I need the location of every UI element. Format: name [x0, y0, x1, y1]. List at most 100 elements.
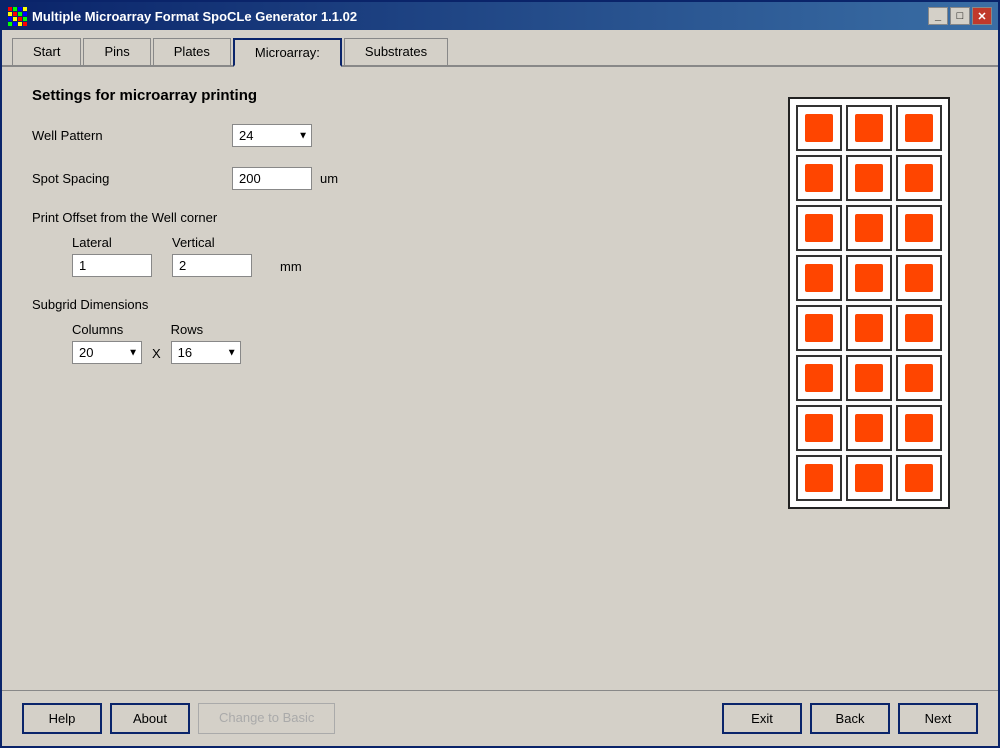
section-title: Settings for microarray printing: [32, 87, 758, 104]
preview-dot: [805, 264, 833, 292]
close-button[interactable]: ✕: [972, 7, 992, 25]
print-offset-label: Print Offset from the Well corner: [32, 210, 758, 225]
preview-cell: [796, 455, 842, 501]
preview-dot: [855, 464, 883, 492]
preview-cell: [846, 255, 892, 301]
spot-spacing-row: Spot Spacing um: [32, 167, 758, 190]
back-button[interactable]: Back: [810, 703, 890, 734]
preview-dot: [855, 214, 883, 242]
preview-grid-wrapper: [788, 97, 950, 509]
preview-dot: [855, 114, 883, 142]
preview-dot: [905, 164, 933, 192]
columns-col: Columns 1 2 4 5 10 20 40: [72, 322, 142, 364]
vertical-input[interactable]: [172, 254, 252, 277]
preview-dot: [855, 164, 883, 192]
preview-dot: [905, 414, 933, 442]
preview-cell: [896, 305, 942, 351]
preview-cell: [796, 405, 842, 451]
preview-dot: [905, 114, 933, 142]
well-pattern-select[interactable]: 6 12 24 48 96 384: [232, 124, 312, 147]
subgrid-group: Subgrid Dimensions Columns 1 2 4 5 10: [32, 297, 758, 364]
preview-cell: [896, 105, 942, 151]
window-body: Start Pins Plates Microarray: Substrates…: [2, 30, 998, 746]
offset-unit: mm: [280, 259, 302, 274]
preview-cell: [846, 455, 892, 501]
preview-cell: [846, 155, 892, 201]
lateral-col: Lateral: [72, 235, 152, 277]
preview-dot: [805, 364, 833, 392]
columns-label: Columns: [72, 322, 142, 337]
subgrid-inputs: Columns 1 2 4 5 10 20 40: [32, 322, 758, 364]
maximize-button[interactable]: □: [950, 7, 970, 25]
well-pattern-select-wrapper: 6 12 24 48 96 384 ▼: [232, 124, 312, 147]
preview-cell: [896, 405, 942, 451]
about-button[interactable]: About: [110, 703, 190, 734]
preview-dot: [905, 264, 933, 292]
change-to-basic-button: Change to Basic: [198, 703, 335, 734]
preview-cell: [846, 105, 892, 151]
minimize-button[interactable]: _: [928, 7, 948, 25]
next-button[interactable]: Next: [898, 703, 978, 734]
tab-bar: Start Pins Plates Microarray: Substrates: [2, 30, 998, 67]
tab-pins[interactable]: Pins: [83, 38, 150, 65]
preview-dot: [805, 214, 833, 242]
preview-dot: [805, 164, 833, 192]
footer-left: Help About Change to Basic: [22, 703, 335, 734]
well-pattern-row: Well Pattern 6 12 24 48 96 384 ▼: [32, 124, 758, 147]
spot-spacing-label: Spot Spacing: [32, 171, 232, 186]
preview-cell: [796, 155, 842, 201]
spot-spacing-input[interactable]: [232, 167, 312, 190]
preview-grid: [796, 105, 942, 501]
preview-cell: [796, 205, 842, 251]
rows-select-wrapper: 1 2 4 8 16 32 ▼: [171, 341, 241, 364]
preview-cell: [846, 305, 892, 351]
preview-dot: [805, 464, 833, 492]
preview-cell: [896, 455, 942, 501]
preview-dot: [905, 464, 933, 492]
preview-dot: [905, 364, 933, 392]
help-button[interactable]: Help: [22, 703, 102, 734]
rows-select[interactable]: 1 2 4 8 16 32: [171, 341, 241, 364]
preview-cell: [796, 255, 842, 301]
preview-dot: [855, 364, 883, 392]
content-area: Settings for microarray printing Well Pa…: [2, 67, 998, 690]
preview-cell: [846, 405, 892, 451]
exit-button[interactable]: Exit: [722, 703, 802, 734]
preview-cell: [846, 355, 892, 401]
vertical-col: Vertical: [172, 235, 252, 277]
preview-dot: [805, 414, 833, 442]
tab-microarray[interactable]: Microarray:: [233, 38, 342, 67]
window-title: Multiple Microarray Format SpoCLe Genera…: [32, 9, 357, 24]
preview-cell: [846, 205, 892, 251]
preview-cell: [796, 355, 842, 401]
columns-select-wrapper: 1 2 4 5 10 20 40 ▼: [72, 341, 142, 364]
spot-spacing-unit: um: [320, 171, 338, 186]
vertical-label: Vertical: [172, 235, 252, 250]
lateral-input[interactable]: [72, 254, 152, 277]
form-section: Settings for microarray printing Well Pa…: [32, 87, 758, 670]
columns-select[interactable]: 1 2 4 5 10 20 40: [72, 341, 142, 364]
title-bar-left: Multiple Microarray Format SpoCLe Genera…: [8, 7, 357, 25]
offset-inputs: Lateral Vertical mm: [32, 235, 758, 277]
rows-label: Rows: [171, 322, 241, 337]
tab-plates[interactable]: Plates: [153, 38, 231, 65]
preview-dot: [905, 214, 933, 242]
lateral-label: Lateral: [72, 235, 152, 250]
footer-right: Exit Back Next: [722, 703, 978, 734]
rows-col: Rows 1 2 4 8 16 32 ▼: [171, 322, 241, 364]
preview-cell: [896, 205, 942, 251]
title-controls: _ □ ✕: [928, 7, 992, 25]
tab-substrates[interactable]: Substrates: [344, 38, 448, 65]
preview-dot: [855, 414, 883, 442]
preview-area: [788, 87, 968, 670]
preview-dot: [855, 264, 883, 292]
x-separator: X: [152, 346, 161, 361]
preview-cell: [796, 305, 842, 351]
title-bar: Multiple Microarray Format SpoCLe Genera…: [2, 2, 998, 30]
well-pattern-label: Well Pattern: [32, 128, 232, 143]
preview-dot: [805, 114, 833, 142]
preview-cell: [796, 105, 842, 151]
footer: Help About Change to Basic Exit Back Nex…: [2, 690, 998, 746]
preview-dot: [905, 314, 933, 342]
tab-start[interactable]: Start: [12, 38, 81, 65]
